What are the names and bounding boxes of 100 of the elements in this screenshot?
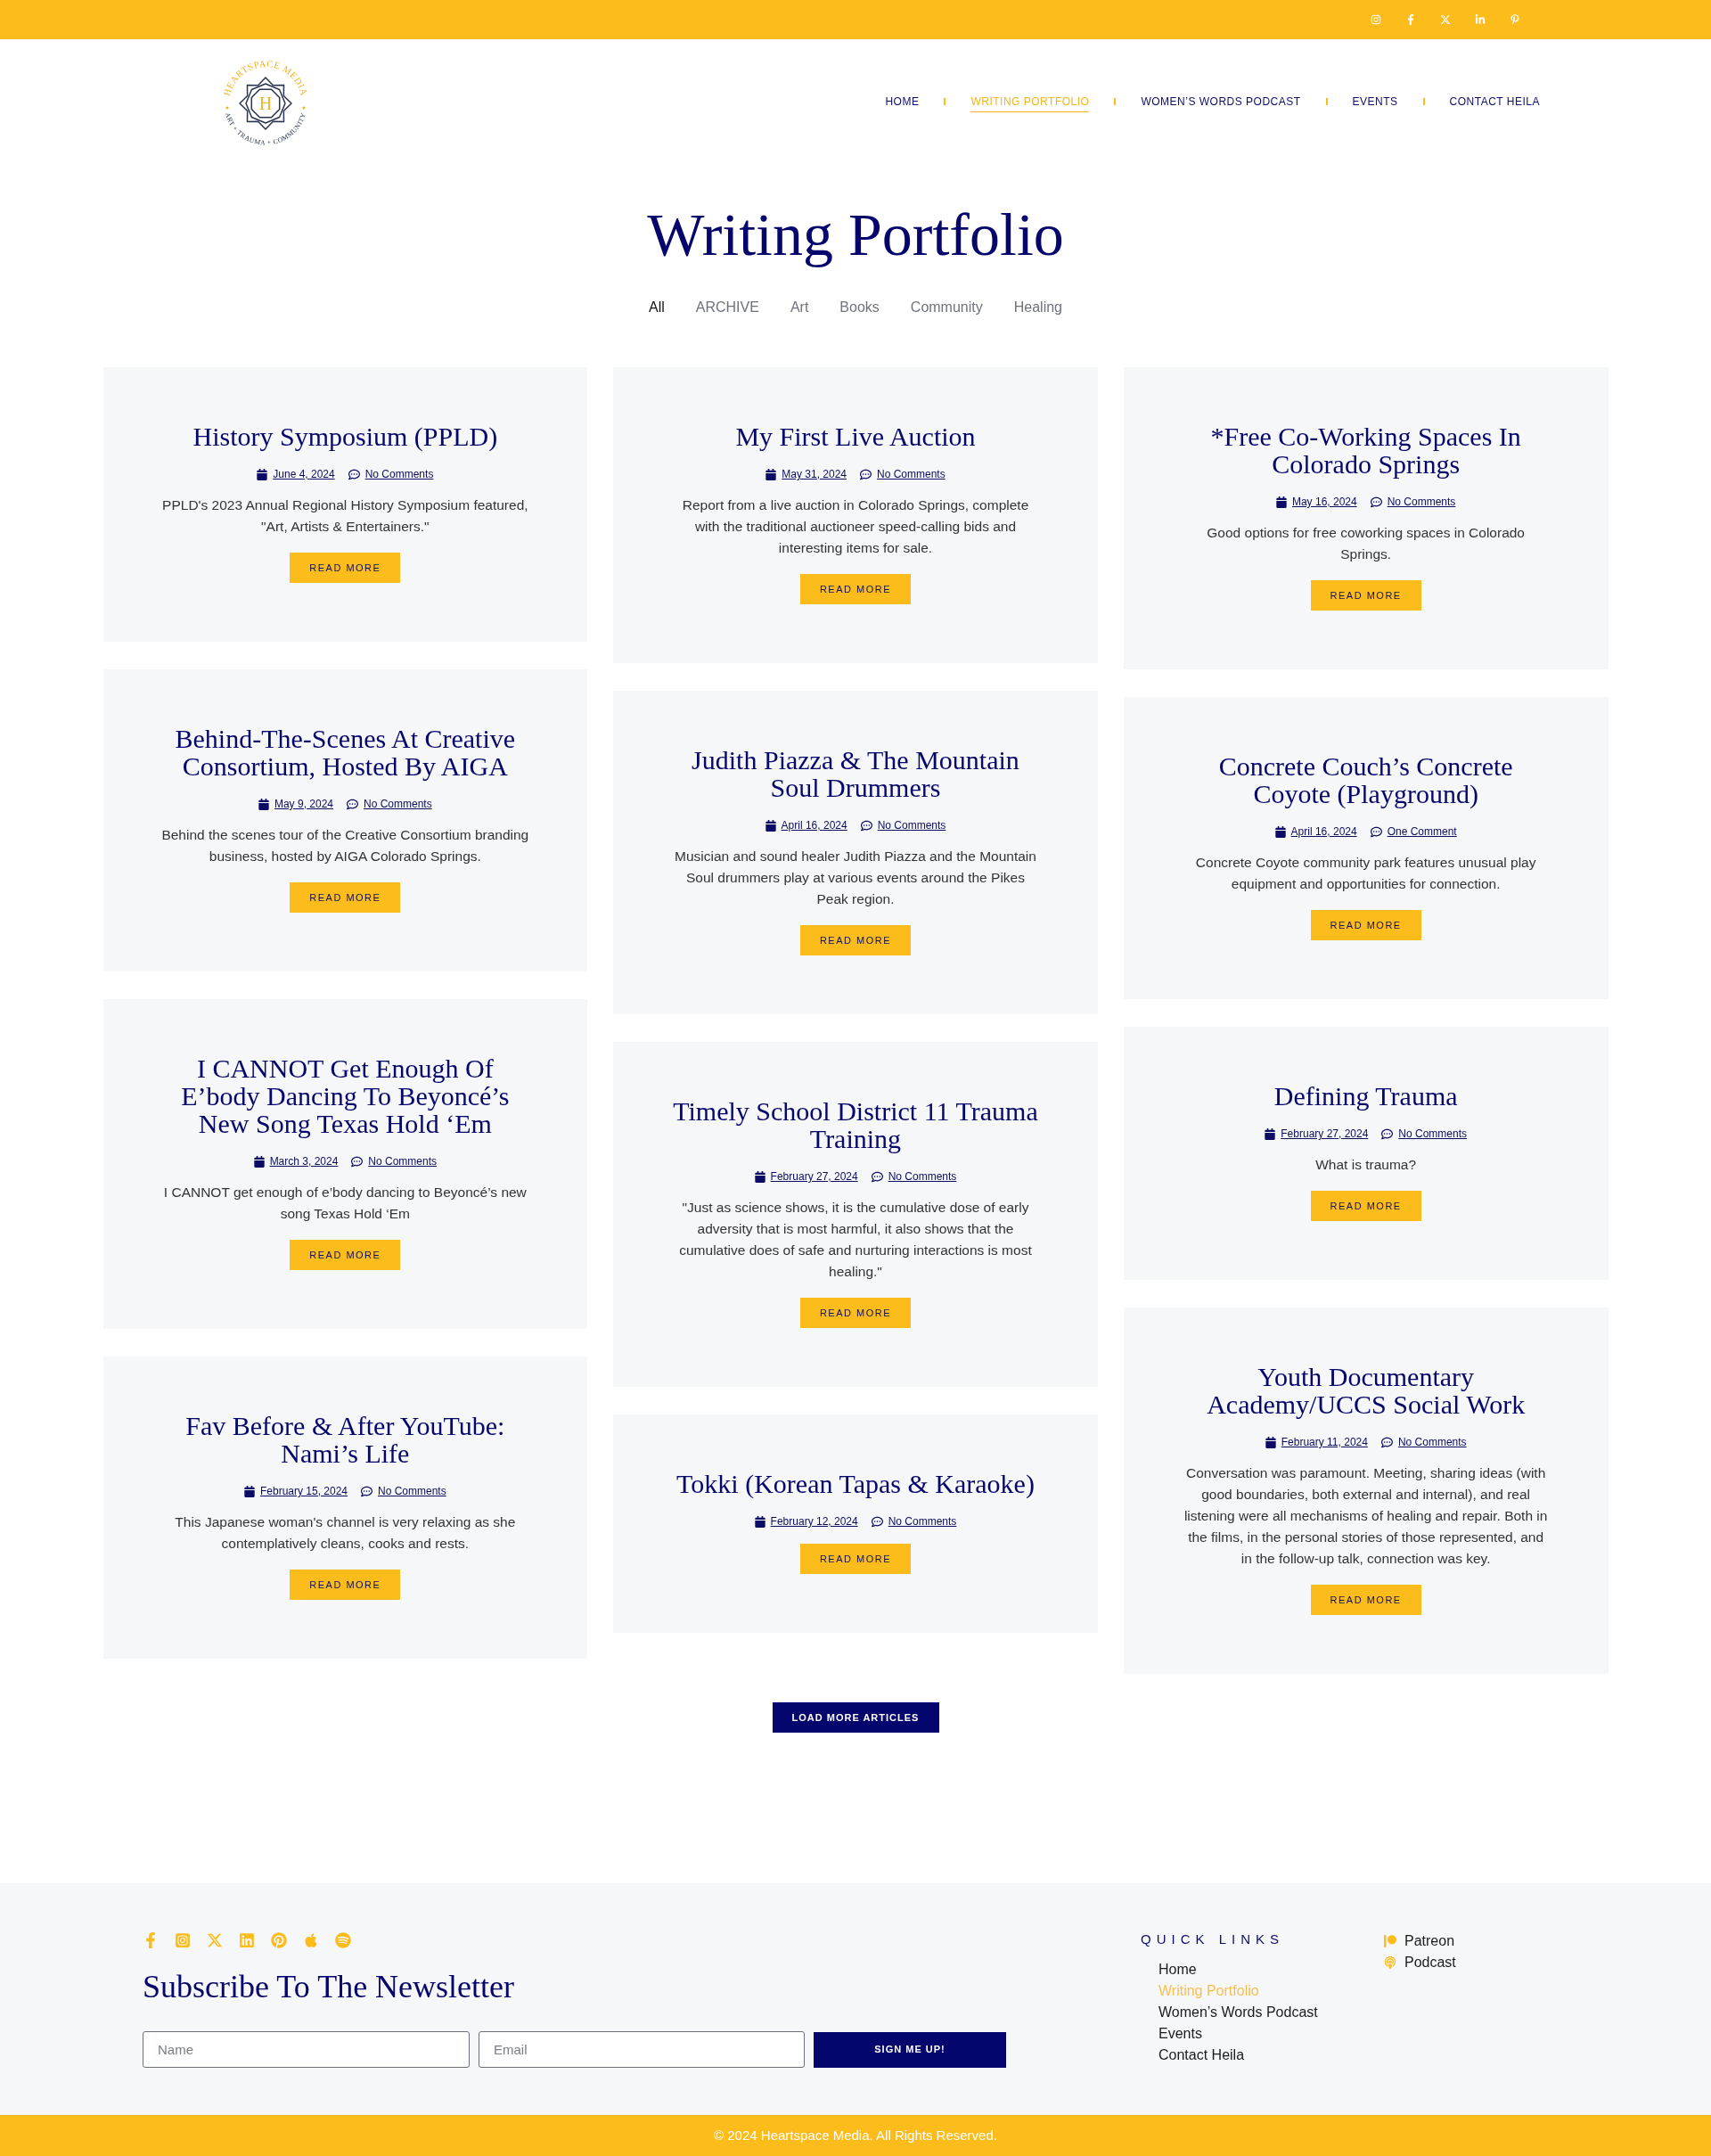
sign-up-button[interactable]: SIGN ME UP! xyxy=(814,2031,1006,2068)
post-title[interactable]: My First Live Auction xyxy=(735,422,976,450)
nav-link[interactable]: CONTACT HEILA xyxy=(1449,91,1540,112)
post-date-link[interactable]: February 15, 2024 xyxy=(259,1483,348,1499)
nav-link[interactable]: EVENTS xyxy=(1352,91,1398,112)
post-title[interactable]: History Symposium (PPLD) xyxy=(192,422,498,450)
comments-link[interactable]: No Comments xyxy=(888,1513,957,1529)
read-more-button[interactable]: READ MORE xyxy=(1310,1191,1421,1221)
comments-link[interactable]: No Comments xyxy=(1398,1126,1468,1142)
post-title[interactable]: Fav Before & After YouTube: Nami’s Life xyxy=(159,1412,532,1467)
post-date-link[interactable]: February 12, 2024 xyxy=(770,1513,858,1529)
filter-tab[interactable]: ARCHIVE xyxy=(695,297,759,318)
x-icon[interactable] xyxy=(207,1932,223,1948)
page-title: Writing Portfolio xyxy=(647,201,1064,267)
read-more-button[interactable]: READ MORE xyxy=(800,1298,911,1328)
quick-link[interactable]: Home xyxy=(1158,1959,1197,1980)
post-date-link[interactable]: April 16, 2024 xyxy=(781,817,847,833)
comments-link[interactable]: No Comments xyxy=(888,1168,957,1185)
load-more-button[interactable]: LOAD MORE ARTICLES xyxy=(772,1702,939,1733)
comments-link[interactable]: No Comments xyxy=(877,466,946,482)
name-field[interactable]: Name xyxy=(143,2031,470,2068)
read-more-button[interactable]: READ MORE xyxy=(800,1544,911,1574)
email-field[interactable]: Email xyxy=(479,2031,805,2068)
comments-link[interactable]: No Comments xyxy=(877,817,946,833)
nav-separator xyxy=(944,98,946,105)
apple-icon[interactable] xyxy=(303,1932,319,1948)
comment-icon xyxy=(871,1515,883,1528)
linkedin-icon[interactable] xyxy=(239,1932,255,1948)
ornament-dot-icon xyxy=(225,106,229,110)
post-date-link[interactable]: June 4, 2024 xyxy=(273,466,335,482)
post-title[interactable]: Timely School District 11 Trauma Training xyxy=(669,1097,1042,1152)
nav-link[interactable]: WOMEN’S WORDS PODCAST xyxy=(1141,91,1301,112)
read-more-button[interactable]: READ MORE xyxy=(1310,910,1421,940)
logo-monogram: H xyxy=(258,94,273,113)
filter-tab[interactable]: Community xyxy=(910,297,983,318)
filter-tab[interactable]: All xyxy=(649,297,665,318)
post-date-link[interactable]: February 11, 2024 xyxy=(1281,1434,1368,1450)
quick-link[interactable]: Events xyxy=(1158,2023,1202,2045)
read-more-button[interactable]: READ MORE xyxy=(290,1570,401,1600)
quick-link[interactable]: Contact Heila xyxy=(1158,2045,1245,2066)
post-excerpt: PPLD's 2023 Annual Regional History Symposium featured, "Art, Artists & Entertainers." xyxy=(161,496,529,536)
post-title[interactable]: Concrete Couch’s Concrete Coyote (Playground) xyxy=(1179,752,1552,807)
instagram-icon[interactable] xyxy=(1371,14,1381,25)
instagram-icon[interactable] xyxy=(175,1932,191,1948)
x-icon[interactable] xyxy=(1440,14,1451,25)
comments-link[interactable]: One Comment xyxy=(1387,824,1457,840)
linkedin-icon[interactable] xyxy=(1475,14,1486,25)
post-date-link[interactable]: April 16, 2024 xyxy=(1290,824,1357,840)
read-more-button[interactable]: READ MORE xyxy=(1310,580,1421,611)
read-more-button[interactable]: READ MORE xyxy=(290,1240,401,1270)
post-date-link[interactable]: March 3, 2024 xyxy=(269,1153,339,1169)
comments-link[interactable]: No Comments xyxy=(368,1153,438,1169)
calendar-icon xyxy=(253,1155,265,1168)
nav-link[interactable]: HOME xyxy=(885,91,920,112)
filter-tab[interactable]: Books xyxy=(839,297,880,318)
post-excerpt: Concrete Coyote community park features unusual play equipment and opportunities for connection. xyxy=(1194,854,1537,893)
filter-tab[interactable]: Art xyxy=(790,297,809,318)
read-more-button[interactable]: READ MORE xyxy=(800,574,911,604)
post-title[interactable]: Tokki (Korean Tapas & Karaoke) xyxy=(676,1470,1035,1497)
post-date-link[interactable]: May 9, 2024 xyxy=(274,796,333,812)
post-date-link[interactable]: May 31, 2024 xyxy=(782,466,847,482)
post-title[interactable]: I CANNOT Get Enough Of E’body Dancing To Beyoncé’s New Song Texas Hold ‘Em xyxy=(159,1054,532,1137)
pinterest-icon[interactable] xyxy=(271,1932,287,1948)
comments-link[interactable]: No Comments xyxy=(1387,494,1456,510)
post-title[interactable]: Youth Documentary Academy/UCCS Social Work xyxy=(1179,1363,1552,1418)
comment-icon xyxy=(347,798,358,810)
post-title[interactable]: Defining Trauma xyxy=(1273,1082,1458,1110)
comment-icon xyxy=(1370,496,1382,508)
calendar-icon xyxy=(257,468,268,480)
calendar-icon xyxy=(765,819,776,832)
read-more-button[interactable]: READ MORE xyxy=(800,925,911,955)
quick-link[interactable]: Women’s Words Podcast xyxy=(1158,2002,1318,2023)
comments-link[interactable]: No Comments xyxy=(378,1483,446,1499)
spotify-icon[interactable] xyxy=(335,1932,351,1948)
post-title[interactable]: *Free Co-Working Spaces In Colorado Springs xyxy=(1179,422,1552,478)
post-excerpt: I CANNOT get enough of e’body dancing to Beyoncé’s new song Texas Hold ‘Em xyxy=(162,1184,528,1223)
quick-links-heading: QUICK LINKS xyxy=(1141,1931,1285,1948)
post-title[interactable]: Behind-The-Scenes At Creative Consortium, Hosted By AIGA xyxy=(159,725,532,780)
pinterest-icon[interactable] xyxy=(1510,14,1520,25)
read-more-button[interactable]: READ MORE xyxy=(290,882,401,913)
post-date-link[interactable]: February 27, 2024 xyxy=(770,1168,858,1185)
post-date-link[interactable]: May 16, 2024 xyxy=(1291,494,1357,510)
ornament-dot-icon xyxy=(302,106,306,110)
post-date-link[interactable]: February 27, 2024 xyxy=(1281,1126,1369,1142)
post-excerpt: This Japanese woman's channel is very relaxing as she contemplatively cleans, cooks and rests. xyxy=(174,1513,517,1553)
comment-icon xyxy=(860,468,872,480)
comments-link[interactable]: No Comments xyxy=(1397,1434,1467,1450)
calendar-icon xyxy=(243,1485,255,1497)
facebook-icon[interactable] xyxy=(1405,14,1416,25)
post-title[interactable]: Judith Piazza & The Mountain Soul Drummers xyxy=(669,746,1042,801)
comments-link[interactable]: No Comments xyxy=(364,466,434,482)
calendar-icon xyxy=(1275,496,1287,508)
filter-tab[interactable]: Healing xyxy=(1013,297,1062,318)
read-more-button[interactable]: READ MORE xyxy=(290,553,401,583)
post-excerpt: Musician and sound healer Judith Piazza and the Mountain Soul drummers play at various events around the Pikes Peak region. xyxy=(674,848,1037,908)
read-more-button[interactable]: READ MORE xyxy=(1310,1585,1421,1615)
extra-link[interactable]: Podcast xyxy=(1404,1952,1456,1973)
post-excerpt: Conversation was paramount. Meeting, sharing ideas (with good boundaries, both external and internal), and real listening were all mechanisms of healing and repair. Both in the films, in the personal stories of those represented, and in the follow-up talk, connection was key. xyxy=(1183,1464,1549,1568)
extra-link[interactable]: Patreon xyxy=(1404,1931,1455,1952)
comments-link[interactable]: No Comments xyxy=(364,796,432,812)
